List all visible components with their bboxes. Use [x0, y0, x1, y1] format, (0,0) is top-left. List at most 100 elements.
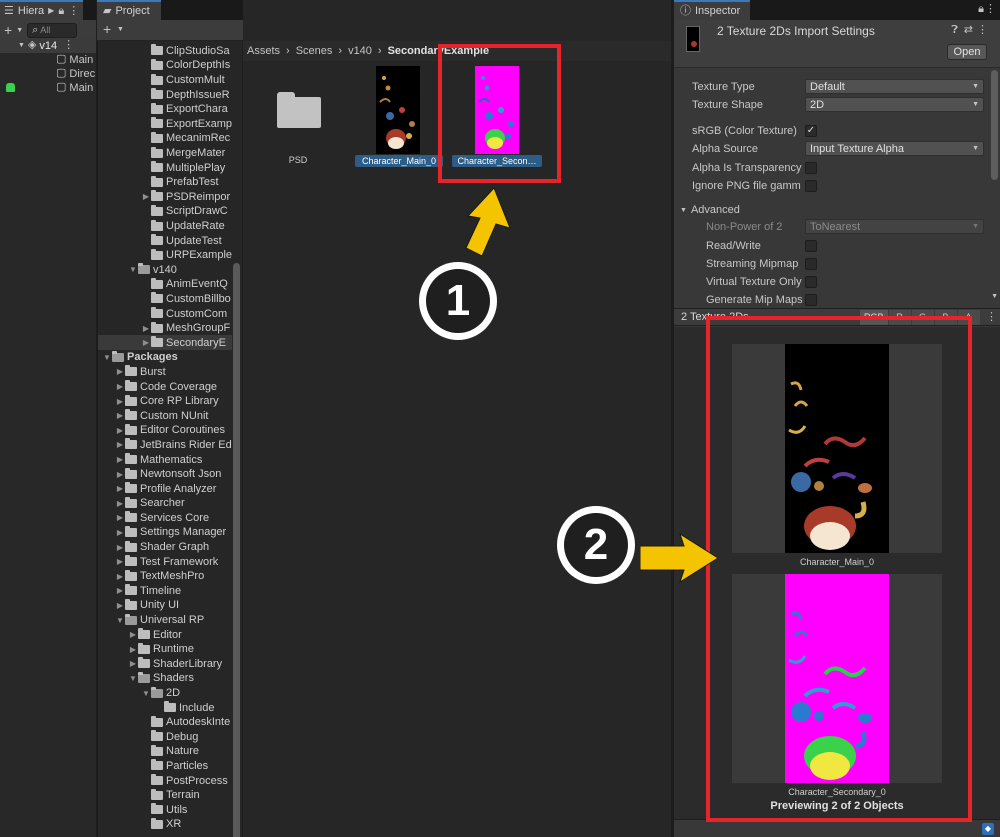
- tree-item[interactable]: ▶ JetBrains Rider Ed: [98, 438, 232, 453]
- tree-item[interactable]: ClipStudioSa: [98, 44, 232, 59]
- tree-item[interactable]: PostProcess: [98, 773, 232, 788]
- breadcrumb-item[interactable]: v140: [348, 45, 372, 57]
- tree-item[interactable]: ▶ Timeline: [98, 584, 232, 599]
- chevron-right-icon[interactable]: ▶: [115, 411, 125, 420]
- chevron-down-icon[interactable]: ▼: [128, 265, 138, 274]
- tree-item[interactable]: ▶ Core RP Library: [98, 394, 232, 409]
- tree-item[interactable]: ▼ v140: [98, 263, 232, 278]
- asset-tile-psd[interactable]: PSD: [273, 84, 323, 169]
- project-tab[interactable]: ▰ Project: [97, 0, 161, 20]
- presets-icon[interactable]: ⇄: [964, 25, 973, 36]
- tree-item[interactable]: ▼ Universal RP: [98, 613, 232, 628]
- chevron-right-icon[interactable]: ▶: [128, 659, 138, 668]
- chevron-right-icon[interactable]: ▶: [141, 192, 151, 201]
- breadcrumb-item[interactable]: Assets: [247, 45, 280, 57]
- tree-item[interactable]: DepthIssueR: [98, 87, 232, 102]
- virtual-texture-only-checkbox[interactable]: [805, 276, 817, 288]
- chevron-right-icon[interactable]: ▶: [115, 499, 125, 508]
- chevron-right-icon[interactable]: ▶: [128, 645, 138, 654]
- tree-item[interactable]: ExportChara: [98, 102, 232, 117]
- chevron-right-icon[interactable]: ▶: [115, 601, 125, 610]
- chevron-down-icon[interactable]: ▼: [141, 689, 151, 698]
- tree-item[interactable]: ▶ Shader Graph: [98, 540, 232, 555]
- tree-item[interactable]: AutodeskInte: [98, 715, 232, 730]
- lock-icon[interactable]: 🔒︎: [978, 4, 984, 15]
- chevron-down-icon[interactable]: ▼: [18, 42, 25, 49]
- read-write-checkbox[interactable]: [805, 240, 817, 252]
- generate-mip-maps-checkbox[interactable]: [805, 294, 817, 306]
- texture-shape-dropdown[interactable]: 2D ▼: [805, 97, 984, 112]
- tree-item[interactable]: Nature: [98, 744, 232, 759]
- chevron-right-icon[interactable]: ▶: [115, 470, 125, 479]
- tree-item[interactable]: AnimEventQ: [98, 277, 232, 292]
- tree-item[interactable]: PrefabTest: [98, 175, 232, 190]
- chevron-right-icon[interactable]: ▶: [115, 572, 125, 581]
- chevron-right-icon[interactable]: ▶: [115, 440, 125, 449]
- tree-item[interactable]: ColorDepthIs: [98, 58, 232, 73]
- tree-item[interactable]: CustomCom: [98, 306, 232, 321]
- chevron-down-icon[interactable]: ▼: [102, 353, 112, 362]
- chevron-right-icon[interactable]: ▶: [141, 324, 151, 333]
- tree-item[interactable]: ▶ TextMeshPro: [98, 569, 232, 584]
- tree-item[interactable]: ▼ Shaders: [98, 671, 232, 686]
- tree-item[interactable]: URPExample: [98, 248, 232, 263]
- tree-item[interactable]: ▶ Runtime: [98, 642, 232, 657]
- asset-tile-character-main[interactable]: Character_Main_0: [355, 64, 443, 168]
- tree-item[interactable]: ExportExamp: [98, 117, 232, 132]
- chevron-right-icon[interactable]: ▶: [141, 338, 151, 347]
- scroll-down-icon[interactable]: ▼: [991, 293, 998, 300]
- chevron-right-icon[interactable]: ▶: [115, 367, 125, 376]
- add-icon[interactable]: +: [4, 23, 12, 37]
- chevron-down-icon[interactable]: ▼: [115, 616, 125, 625]
- tree-item[interactable]: ▶ Unity UI: [98, 598, 232, 613]
- advanced-foldout[interactable]: ▼ Advanced: [680, 202, 740, 218]
- dropdown-icon[interactable]: ▼: [117, 26, 124, 33]
- hierarchy-item[interactable]: ▢ Main: [0, 52, 96, 67]
- more-menu-icon[interactable]: ⋮: [985, 4, 996, 15]
- channel-r-button[interactable]: R: [888, 310, 911, 325]
- dropdown-icon[interactable]: ▼: [16, 27, 23, 34]
- chevron-right-icon[interactable]: ▶: [115, 484, 125, 493]
- scene-row[interactable]: ▼ ◈ v14 ⋮: [0, 38, 96, 53]
- chevron-down-icon[interactable]: ▼: [128, 674, 138, 683]
- srgb-checkbox[interactable]: ✓: [805, 125, 817, 137]
- tree-item[interactable]: ▶ Newtonsoft Json: [98, 467, 232, 482]
- more-menu-icon[interactable]: ⋮: [977, 25, 988, 36]
- tree-item[interactable]: Debug: [98, 730, 232, 745]
- tree-item[interactable]: UpdateTest: [98, 233, 232, 248]
- tree-item[interactable]: ▶ Profile Analyzer: [98, 481, 232, 496]
- chevron-right-icon[interactable]: ▶: [115, 382, 125, 391]
- ignore-png-gamma-checkbox[interactable]: [805, 180, 817, 192]
- tree-scrollbar[interactable]: [233, 263, 240, 837]
- tree-item[interactable]: ▶ Mathematics: [98, 452, 232, 467]
- tree-item[interactable]: ▶ Settings Manager: [98, 525, 232, 540]
- add-icon[interactable]: +: [103, 22, 111, 36]
- tree-item[interactable]: ▶ MeshGroupF: [98, 321, 232, 336]
- chevron-right-icon[interactable]: ▶: [115, 455, 125, 464]
- chevron-right-icon[interactable]: ▶: [128, 630, 138, 639]
- tree-item[interactable]: Terrain: [98, 788, 232, 803]
- more-menu-icon[interactable]: ⋮: [986, 312, 997, 323]
- chevron-right-icon[interactable]: ▶: [115, 586, 125, 595]
- inspector-tab[interactable]: ⓘ Inspector: [674, 0, 750, 20]
- channel-b-button[interactable]: B: [934, 310, 957, 325]
- chevron-right-icon[interactable]: ▶: [115, 513, 125, 522]
- lock-icon[interactable]: 🔒︎: [58, 5, 64, 17]
- tree-item[interactable]: ▶ Editor: [98, 627, 232, 642]
- hierarchy-search-input[interactable]: ⌕ All: [27, 22, 78, 38]
- breadcrumb-item[interactable]: Scenes: [296, 45, 333, 57]
- breadcrumb-current[interactable]: SecondaryExample: [388, 45, 490, 57]
- tree-item[interactable]: MecanimRec: [98, 131, 232, 146]
- alpha-source-dropdown[interactable]: Input Texture Alpha ▼: [805, 141, 984, 156]
- tree-item[interactable]: ▶ Services Core: [98, 511, 232, 526]
- open-button[interactable]: Open: [947, 44, 987, 60]
- tree-item[interactable]: ▶ Burst: [98, 365, 232, 380]
- inspector-scrollbar[interactable]: [991, 70, 998, 180]
- tree-item[interactable]: Include: [98, 700, 232, 715]
- tree-item[interactable]: ▶ Custom NUnit: [98, 408, 232, 423]
- tree-item[interactable]: ▶ Test Framework: [98, 554, 232, 569]
- more-menu-icon[interactable]: ⋮: [68, 5, 79, 17]
- tree-scroll-area[interactable]: AnimPersiste ClipStudioSa ColorDepthIs Cust…: [98, 41, 242, 837]
- tree-item[interactable]: ▶ SecondaryE: [98, 335, 232, 351]
- scene-menu-icon[interactable]: ⋮: [63, 40, 74, 51]
